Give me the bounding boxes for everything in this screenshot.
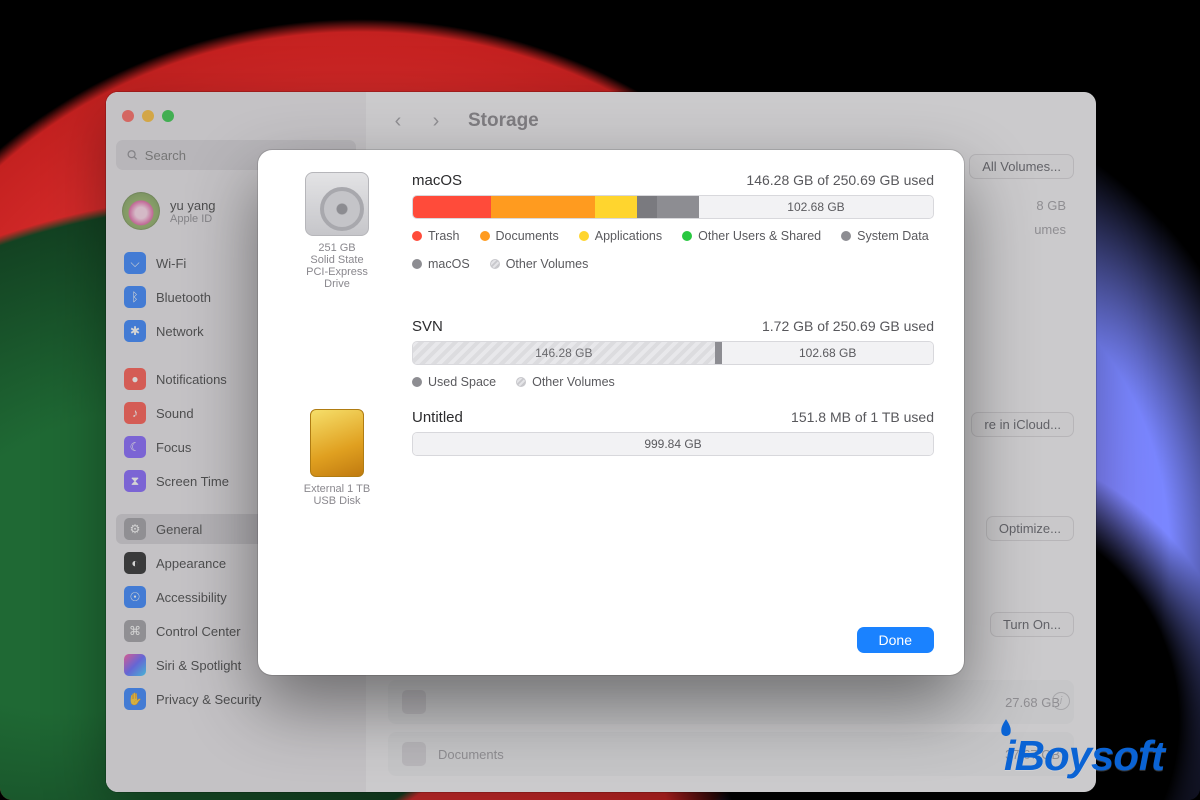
volume-usage-text: 1.72 GB of 250.69 GB used (762, 318, 934, 334)
drive-internal: 251 GB Solid State PCI-Express Drive (288, 172, 386, 290)
legend-dot-icon (682, 231, 692, 241)
legend-dot-icon (490, 259, 500, 269)
internal-drive-icon (305, 172, 369, 236)
volume-svn: SVN 1.72 GB of 250.69 GB used 146.28 GB1… (288, 318, 934, 389)
storage-segment (715, 342, 723, 364)
legend-macos: Trash Documents Applications Other Users & … (412, 229, 934, 271)
storage-bar-svn: 146.28 GB 102.68 GB (412, 341, 934, 365)
legend-item: Used Space (412, 375, 496, 389)
storage-segment (657, 196, 699, 218)
legend-item: System Data (841, 229, 929, 243)
storage-bar-untitled: 999.84 GB (412, 432, 934, 456)
storage-segment: 102.68 GB (699, 196, 933, 218)
legend-item: Trash (412, 229, 460, 243)
legend-item: Other Users & Shared (682, 229, 821, 243)
drive-external: External 1 TB USB Disk (288, 409, 386, 507)
volume-untitled: External 1 TB USB Disk Untitled 151.8 MB… (288, 409, 934, 507)
legend-item: Applications (579, 229, 662, 243)
done-button[interactable]: Done (857, 627, 934, 653)
legend-dot-icon (412, 377, 422, 387)
volume-usage-text: 151.8 MB of 1 TB used (791, 409, 934, 425)
storage-segment: 146.28 GB (413, 342, 715, 364)
legend-dot-icon (412, 231, 422, 241)
storage-segment (413, 196, 491, 218)
legend-dot-icon (412, 259, 422, 269)
volume-usage-text: 146.28 GB of 250.69 GB used (746, 172, 934, 188)
storage-bar-macos: 102.68 GB (412, 195, 934, 219)
watermark: iBoysoft (1004, 732, 1164, 780)
legend-item: macOS (412, 257, 470, 271)
volume-name: Untitled (412, 409, 463, 426)
storage-segment (491, 196, 595, 218)
volume-name: macOS (412, 172, 462, 189)
volume-name: SVN (412, 318, 443, 335)
storage-segment: 102.68 GB (722, 342, 933, 364)
legend-dot-icon (480, 231, 490, 241)
legend-dot-icon (579, 231, 589, 241)
legend-dot-icon (841, 231, 851, 241)
storage-segment (595, 196, 637, 218)
legend-item: Other Volumes (490, 257, 589, 271)
legend-item: Other Volumes (516, 375, 615, 389)
legend-dot-icon (516, 377, 526, 387)
legend-svn: Used Space Other Volumes (412, 375, 934, 389)
external-drive-icon (310, 409, 364, 477)
volume-macos: 251 GB Solid State PCI-Express Drive mac… (288, 172, 934, 290)
storage-segment: 999.84 GB (413, 433, 933, 455)
storage-segment (637, 196, 658, 218)
legend-item: Documents (480, 229, 559, 243)
storage-dialog: 251 GB Solid State PCI-Express Drive mac… (258, 150, 964, 675)
